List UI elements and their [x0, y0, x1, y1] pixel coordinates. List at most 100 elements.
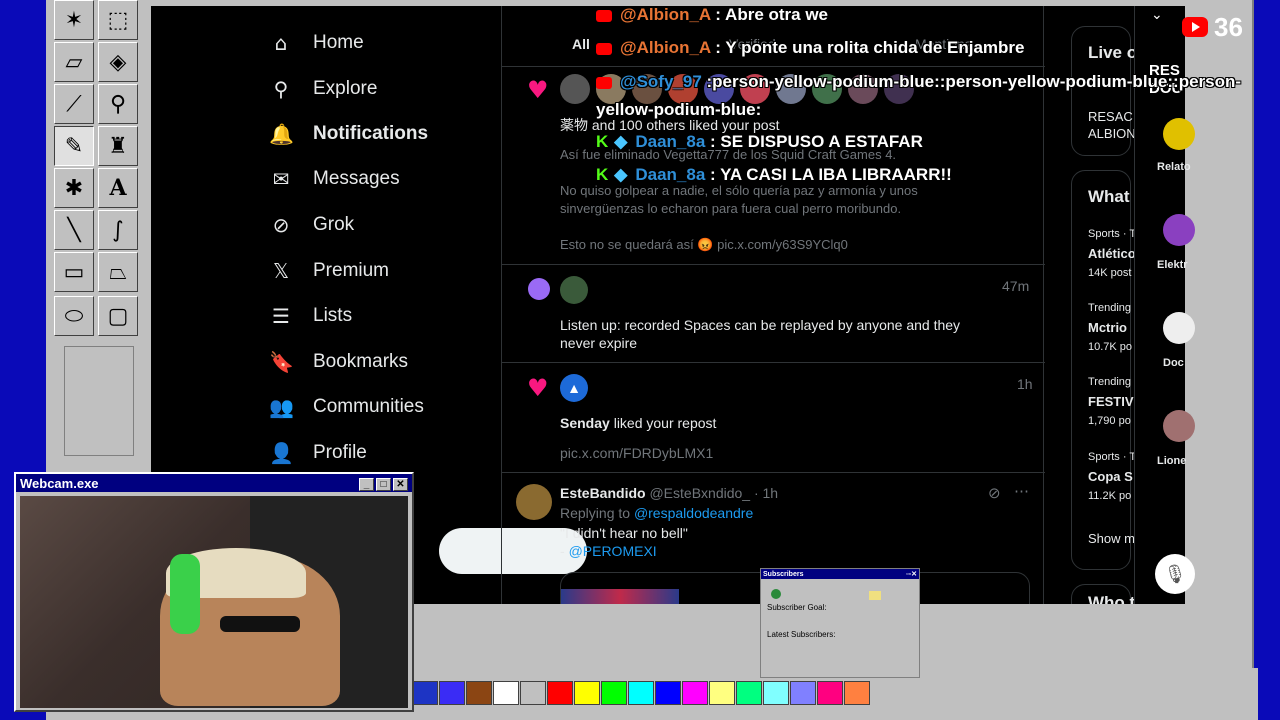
subs-title: Subscribers	[763, 570, 804, 578]
palette-swatch[interactable]	[412, 681, 438, 705]
subs-latest-label: Latest Subscribers:	[767, 630, 836, 639]
window-buttons: _ □ ✕	[357, 475, 408, 491]
tab-verified[interactable]: Verified	[729, 36, 776, 52]
media-thumb	[561, 589, 679, 604]
trend-name[interactable]: FESTIV	[1088, 394, 1134, 409]
trend-name[interactable]: Copa S	[1088, 469, 1133, 484]
post-link[interactable]: pic.x.com/FDRDybLMX1	[560, 444, 713, 462]
polygon-icon[interactable]: ⏢	[98, 252, 138, 292]
trend-name[interactable]: Mctrio	[1088, 320, 1127, 335]
tab-all[interactable]: All	[572, 36, 590, 52]
rounded-rect-icon[interactable]: ▢	[98, 296, 138, 336]
nav-profile[interactable]: 👤 Profile	[269, 433, 367, 473]
palette-swatch[interactable]	[520, 681, 546, 705]
avatar[interactable]	[1163, 312, 1195, 344]
nav-grok[interactable]: ⊘ Grok	[269, 205, 355, 245]
line-icon[interactable]: ╲	[54, 210, 94, 250]
close-icon[interactable]: ✕	[393, 478, 408, 491]
show-more-link[interactable]: Show m	[1088, 531, 1135, 546]
palette-swatch[interactable]	[466, 681, 492, 705]
free-select-icon[interactable]: ✶	[54, 0, 94, 40]
palette-swatch[interactable]	[736, 681, 762, 705]
post-excerpt: Así fue eliminado Vegetta777 de los Squi…	[560, 147, 897, 162]
color-palette	[412, 681, 871, 707]
live-item[interactable]: RESAC	[1088, 109, 1133, 124]
maximize-icon[interactable]: □	[376, 478, 391, 491]
palette-swatch[interactable]	[628, 681, 654, 705]
mention-link[interactable]: @respaldodeandre	[634, 505, 753, 521]
reply-header: EsteBandido @EsteBxndido_ · 1h	[560, 484, 778, 502]
pencil-icon[interactable]: ✎	[54, 126, 94, 166]
palette-swatch[interactable]	[655, 681, 681, 705]
minimize-icon[interactable]: _	[359, 478, 374, 491]
notification-text: never expire	[560, 335, 638, 351]
mention-link[interactable]: @PEROMEXI	[569, 543, 657, 559]
bell-icon: 🔔	[269, 122, 294, 146]
palette-swatch[interactable]	[439, 681, 465, 705]
avatar[interactable]	[516, 484, 552, 520]
nav-communities[interactable]: 👥 Communities	[269, 387, 424, 427]
window-buttons[interactable]: ▫▫✕	[906, 570, 917, 578]
grok-icon[interactable]: ⊘	[988, 484, 1001, 502]
rectangle-icon[interactable]: ▭	[54, 252, 94, 292]
strip-item[interactable]: Lione	[1157, 455, 1186, 467]
magnifier-icon[interactable]: ⚲	[98, 84, 138, 124]
palette-swatch[interactable]	[601, 681, 627, 705]
avatar[interactable]	[560, 276, 588, 304]
liker-avatars[interactable]	[560, 74, 920, 106]
strip-item[interactable]: Doc	[1163, 357, 1184, 369]
nav-notifications[interactable]: 🔔 Notifications	[269, 114, 428, 154]
profile-icon: 👤	[269, 441, 294, 465]
reply-text: "I didn't hear no bell"	[560, 525, 688, 541]
strip-item[interactable]: Relato	[1157, 161, 1191, 173]
nav-explore[interactable]: ⚲ Explore	[269, 69, 378, 109]
reply-signature: - @PEROMEXI	[560, 542, 657, 560]
nav-home[interactable]: ⌂ Home	[269, 23, 364, 63]
more-icon[interactable]: ⋯	[1014, 482, 1029, 500]
trend-posts: 11.2K po	[1088, 490, 1132, 502]
palette-swatch[interactable]	[493, 681, 519, 705]
avatar[interactable]	[1163, 214, 1195, 246]
chevron-down-icon[interactable]: ⌄	[1151, 6, 1163, 23]
palette-swatch[interactable]	[817, 681, 843, 705]
user-name[interactable]: EsteBandido	[560, 485, 646, 501]
eraser-icon[interactable]: ▱	[54, 42, 94, 82]
ellipse-icon[interactable]: ⬭	[54, 296, 94, 336]
divider	[502, 362, 1045, 363]
palette-swatch[interactable]	[547, 681, 573, 705]
brush-icon[interactable]: ♜	[98, 126, 138, 166]
palette-swatch[interactable]	[763, 681, 789, 705]
text-icon[interactable]: A	[98, 168, 138, 208]
microphone-icon[interactable]: 🎙	[1155, 554, 1195, 594]
palette-swatch[interactable]	[844, 681, 870, 705]
trend-category: Trending	[1088, 376, 1132, 388]
nav-label: Bookmarks	[313, 351, 409, 372]
nav-label: Explore	[313, 78, 378, 99]
picker-icon[interactable]: ⟋	[54, 84, 94, 124]
airbrush-icon[interactable]: ✱	[54, 168, 94, 208]
palette-swatch[interactable]	[709, 681, 735, 705]
fill-icon[interactable]: ◈	[98, 42, 138, 82]
rect-select-icon[interactable]: ⬚	[98, 0, 138, 40]
nav-messages[interactable]: ✉ Messages	[269, 159, 400, 199]
curve-icon[interactable]: ∫	[98, 210, 138, 250]
palette-swatch[interactable]	[574, 681, 600, 705]
user-name[interactable]: Senday	[560, 415, 610, 431]
webcam-feed	[20, 496, 408, 708]
live-item[interactable]: ALBION	[1088, 126, 1136, 141]
avatar[interactable]	[1163, 410, 1195, 442]
timestamp: 47m	[1002, 278, 1030, 294]
avatar[interactable]: ▲	[560, 374, 588, 402]
avatar[interactable]	[1163, 118, 1195, 150]
avatar	[776, 74, 806, 104]
nav-premium[interactable]: 𝕏 Premium	[269, 251, 389, 291]
strip-item[interactable]: Elektr	[1157, 259, 1188, 271]
palette-swatch[interactable]	[682, 681, 708, 705]
tab-mentions[interactable]: Mentions	[915, 36, 972, 52]
palette-swatch[interactable]	[790, 681, 816, 705]
grok-icon: ⊘	[272, 213, 290, 237]
nav-lists[interactable]: ☰ Lists	[269, 296, 352, 336]
nav-bookmarks[interactable]: 🔖 Bookmarks	[269, 342, 408, 382]
trend-name[interactable]: Atlético	[1088, 246, 1136, 261]
viewer-count: 36	[1214, 11, 1243, 42]
